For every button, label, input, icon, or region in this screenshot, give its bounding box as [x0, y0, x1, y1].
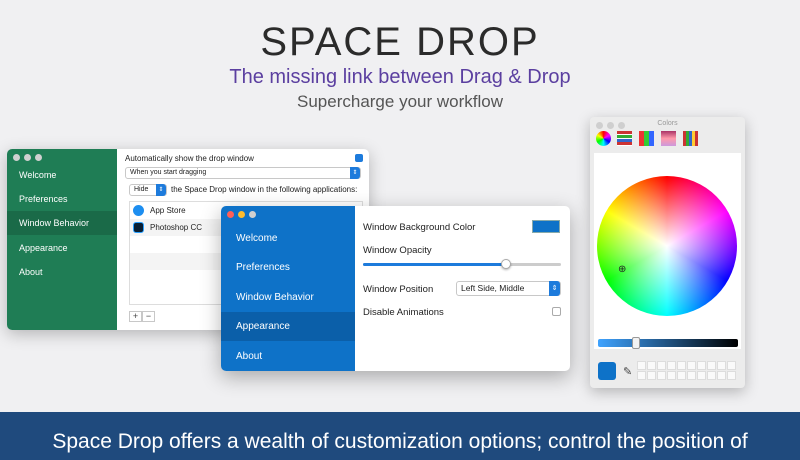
minimize-button[interactable]: [24, 154, 31, 161]
disable-animations-checkbox[interactable]: [552, 307, 561, 316]
sidebar: Welcome Preferences Window Behavior Appe…: [7, 149, 117, 330]
position-select[interactable]: Left Side, Middle ⇕: [456, 281, 561, 296]
swatch[interactable]: [727, 361, 736, 370]
tagline: The missing link between Drag & Drop: [229, 66, 571, 88]
swatch[interactable]: [657, 371, 666, 380]
close-button[interactable]: [13, 154, 20, 161]
sidebar-item-welcome[interactable]: Welcome: [7, 163, 117, 187]
app-name: Photoshop CC: [150, 223, 203, 232]
bg-color-label: Window Background Color: [363, 222, 476, 233]
sidebar: Welcome Preferences Window Behavior Appe…: [221, 206, 355, 371]
color-wheel[interactable]: [597, 176, 737, 316]
hide-select[interactable]: Hide ⇕: [129, 184, 167, 196]
pencils-tab-icon[interactable]: [683, 131, 698, 146]
window-controls: [227, 211, 256, 218]
chevron-updown-icon: ⇕: [549, 281, 560, 296]
current-color-well[interactable]: [598, 362, 616, 380]
brightness-knob[interactable]: [632, 337, 640, 349]
position-value: Left Side, Middle: [461, 283, 525, 293]
eyedropper-icon[interactable]: ✎: [623, 365, 632, 378]
swatch[interactable]: [647, 361, 656, 370]
colors-panel: Colors ⊕ ✎: [590, 117, 745, 388]
swatch[interactable]: [647, 371, 656, 380]
sidebar-item-window-behavior[interactable]: Window Behavior: [221, 283, 355, 312]
description-banner: Space Drop offers a wealth of customizat…: [0, 412, 800, 460]
photoshop-icon: [133, 222, 144, 233]
sidebar-item-preferences[interactable]: Preferences: [7, 187, 117, 211]
swatch[interactable]: [697, 361, 706, 370]
zoom-button[interactable]: [35, 154, 42, 161]
opacity-label: Window Opacity: [363, 245, 432, 256]
trigger-value: When you start dragging: [130, 169, 207, 176]
opacity-fill: [363, 263, 506, 266]
trigger-select[interactable]: When you start dragging ⇕: [125, 167, 361, 179]
sidebar-item-preferences[interactable]: Preferences: [221, 253, 355, 282]
description-text: Space Drop offers a wealth of customizat…: [52, 430, 748, 453]
crosshair-icon[interactable]: ⊕: [618, 265, 628, 275]
brightness-slider[interactable]: [598, 339, 738, 347]
swatch[interactable]: [667, 371, 676, 380]
appearance-panel: Window Background Color Window Opacity W…: [363, 206, 570, 371]
add-button[interactable]: +: [129, 311, 142, 322]
swatch[interactable]: [707, 371, 716, 380]
opacity-knob[interactable]: [500, 259, 511, 269]
palettes-tab-icon[interactable]: [639, 131, 654, 146]
sidebar-item-appearance[interactable]: Appearance: [221, 312, 355, 341]
color-wheel-tab-icon[interactable]: [596, 131, 611, 146]
sidebar-item-about[interactable]: About: [221, 342, 355, 371]
app-name: App Store: [150, 206, 186, 215]
list-controls: + −: [129, 311, 155, 322]
swatch[interactable]: [667, 361, 676, 370]
sidebar-item-welcome[interactable]: Welcome: [221, 224, 355, 253]
position-label: Window Position: [363, 284, 434, 295]
minimize-button[interactable]: [238, 211, 245, 218]
image-palettes-tab-icon[interactable]: [661, 131, 676, 146]
opacity-slider[interactable]: [363, 259, 561, 269]
sidebar-item-about[interactable]: About: [7, 260, 117, 284]
hide-value: Hide: [134, 186, 149, 193]
auto-show-checkbox[interactable]: [355, 154, 363, 162]
subtagline: Supercharge your workflow: [297, 92, 503, 111]
swatch-grid: [637, 361, 736, 380]
zoom-button[interactable]: [249, 211, 256, 218]
swatch[interactable]: [717, 371, 726, 380]
auto-show-label: Automatically show the drop window: [125, 154, 254, 163]
swatch[interactable]: [687, 371, 696, 380]
bg-color-well[interactable]: [532, 220, 560, 233]
window-controls: [13, 154, 42, 161]
sliders-tab-icon[interactable]: [617, 131, 632, 146]
swatch[interactable]: [687, 361, 696, 370]
swatch[interactable]: [697, 371, 706, 380]
swatch[interactable]: [727, 371, 736, 380]
remove-button[interactable]: −: [142, 311, 155, 322]
sidebar-item-appearance[interactable]: Appearance: [7, 236, 117, 260]
swatch[interactable]: [637, 371, 646, 380]
app-store-icon: [133, 205, 144, 216]
swatch[interactable]: [717, 361, 726, 370]
sidebar-item-window-behavior[interactable]: Window Behavior: [7, 211, 117, 235]
swatch[interactable]: [677, 371, 686, 380]
swatch[interactable]: [707, 361, 716, 370]
appearance-window: Welcome Preferences Window Behavior Appe…: [221, 206, 570, 371]
swatch[interactable]: [637, 361, 646, 370]
panel-title: Colors: [657, 120, 678, 127]
chevron-updown-icon: ⇕: [156, 184, 166, 196]
swatch[interactable]: [657, 361, 666, 370]
apps-label: the Space Drop window in the following a…: [171, 185, 358, 194]
swatch[interactable]: [677, 361, 686, 370]
close-button[interactable]: [227, 211, 234, 218]
disable-animations-label: Disable Animations: [363, 307, 444, 318]
app-title: SPACE DROP: [260, 20, 540, 64]
chevron-updown-icon: ⇕: [350, 167, 360, 179]
